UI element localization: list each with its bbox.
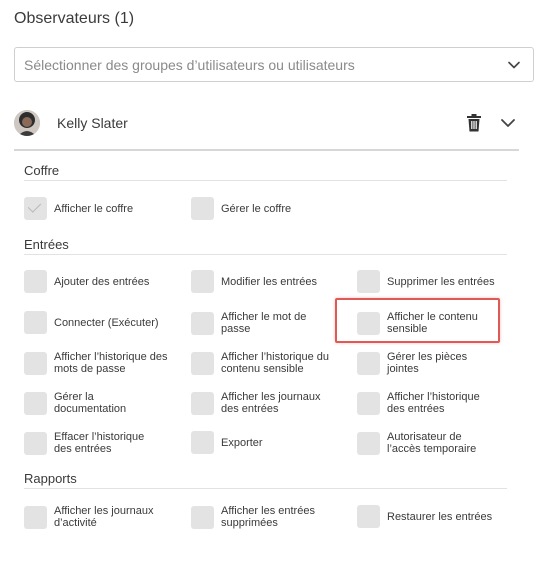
- checkbox[interactable]: [24, 391, 47, 415]
- checkbox[interactable]: [24, 311, 47, 334]
- permission-label: Modifier les entrées: [221, 275, 317, 288]
- select-placeholder: Sélectionner des groupes d’utilisateurs …: [24, 57, 355, 73]
- section-title-entrees: Entrées: [24, 237, 69, 252]
- permission-label: Effacer l’historique des entrées: [54, 431, 145, 455]
- permission-gerer-pieces-jointes[interactable]: Gérer les pièces jointes: [357, 351, 487, 375]
- permission-label: Supprimer les entrées: [387, 275, 495, 288]
- permission-label: Afficher le mot de passe: [221, 311, 307, 335]
- user-name: Kelly Slater: [57, 115, 128, 131]
- permission-label: Afficher l’historique des mots de passe: [54, 351, 168, 375]
- permission-connecter-executer[interactable]: Connecter (Exécuter): [24, 311, 179, 334]
- checkbox[interactable]: [191, 391, 214, 415]
- permission-exporter[interactable]: Exporter: [191, 431, 263, 454]
- trash-icon[interactable]: [466, 114, 482, 132]
- permission-effacer-historique[interactable]: Effacer l’historique des entrées: [24, 431, 164, 455]
- checkbox[interactable]: [191, 351, 214, 375]
- permission-label: Autorisateur de l’accès temporaire: [387, 431, 477, 455]
- permission-label: Restaurer les entrées: [387, 510, 493, 523]
- checkbox[interactable]: [24, 431, 47, 455]
- checkbox[interactable]: [191, 431, 214, 454]
- checkbox[interactable]: [357, 391, 380, 415]
- permission-label: Afficher l’historique du contenu sensibl…: [221, 351, 330, 375]
- permission-restaurer-entrees[interactable]: Restaurer les entrées: [357, 505, 512, 528]
- permission-autorisateur-acces-temporaire[interactable]: Autorisateur de l’accès temporaire: [357, 431, 487, 455]
- chevron-down-icon[interactable]: [507, 58, 521, 72]
- permission-label: Gérer le coffre: [221, 202, 292, 215]
- permission-ajouter-entrees[interactable]: Ajouter des entrées: [24, 270, 154, 293]
- highlight-annotation: [335, 298, 500, 343]
- chevron-down-icon[interactable]: [500, 115, 516, 131]
- checkbox[interactable]: [191, 270, 214, 293]
- observers-title: Observateurs (1): [14, 10, 135, 27]
- permission-entrees-supprimees[interactable]: Afficher les entrées supprimées: [191, 505, 331, 529]
- checkbox[interactable]: [357, 505, 380, 528]
- permission-gerer-coffre[interactable]: Gérer le coffre: [191, 197, 291, 220]
- permission-label: Connecter (Exécuter): [54, 316, 159, 329]
- checkbox[interactable]: [191, 311, 214, 335]
- permission-label: Gérer les pièces jointes: [387, 351, 468, 375]
- checkbox[interactable]: [357, 431, 380, 455]
- checkbox[interactable]: [24, 351, 47, 375]
- permission-gerer-documentation[interactable]: Gérer la documentation: [24, 391, 154, 415]
- section-divider: [24, 254, 507, 255]
- permission-historique-entrees[interactable]: Afficher l’historique des entrées: [357, 391, 499, 415]
- section-divider: [24, 488, 507, 489]
- permission-afficher-coffre[interactable]: Afficher le coffre: [24, 197, 133, 220]
- checkbox[interactable]: [191, 505, 214, 529]
- section-title-rapports: Rapports: [24, 471, 77, 486]
- permission-label: Ajouter des entrées: [54, 275, 150, 288]
- users-groups-select[interactable]: Sélectionner des groupes d’utilisateurs …: [14, 47, 534, 82]
- permission-label: Gérer la documentation: [54, 391, 127, 415]
- avatar: [14, 110, 40, 136]
- permission-label: Exporter: [221, 436, 263, 449]
- permission-journaux-entrees[interactable]: Afficher les journaux des entrées: [191, 391, 341, 415]
- permission-historique-mots-de-passe[interactable]: Afficher l’historique des mots de passe: [24, 351, 169, 375]
- permission-historique-contenu-sensible[interactable]: Afficher l’historique du contenu sensibl…: [191, 351, 349, 375]
- section-title-coffre: Coffre: [24, 163, 60, 178]
- checkbox[interactable]: [24, 197, 47, 220]
- checkbox[interactable]: [191, 197, 214, 220]
- permission-label: Afficher l’historique des entrées: [387, 391, 480, 415]
- checkbox[interactable]: [357, 351, 380, 375]
- permission-journaux-activite[interactable]: Afficher les journaux d’activité: [24, 505, 169, 529]
- checkbox[interactable]: [357, 270, 380, 293]
- permission-label: Afficher le coffre: [54, 202, 134, 215]
- permission-label: Afficher les entrées supprimées: [221, 505, 315, 529]
- permission-modifier-entrees[interactable]: Modifier les entrées: [191, 270, 346, 293]
- section-divider: [24, 180, 507, 181]
- checkbox[interactable]: [24, 505, 47, 529]
- permissions-panel: Coffre Afficher le coffre Gérer le coffr…: [14, 149, 519, 539]
- permission-label: Afficher les journaux des entrées: [221, 391, 321, 415]
- permission-label: Afficher les journaux d’activité: [54, 505, 154, 529]
- permission-supprimer-entrees[interactable]: Supprimer les entrées: [357, 270, 512, 293]
- permission-afficher-mot-de-passe[interactable]: Afficher le mot de passe: [191, 311, 326, 335]
- checkbox[interactable]: [24, 270, 47, 293]
- observer-row: Kelly Slater: [14, 106, 534, 142]
